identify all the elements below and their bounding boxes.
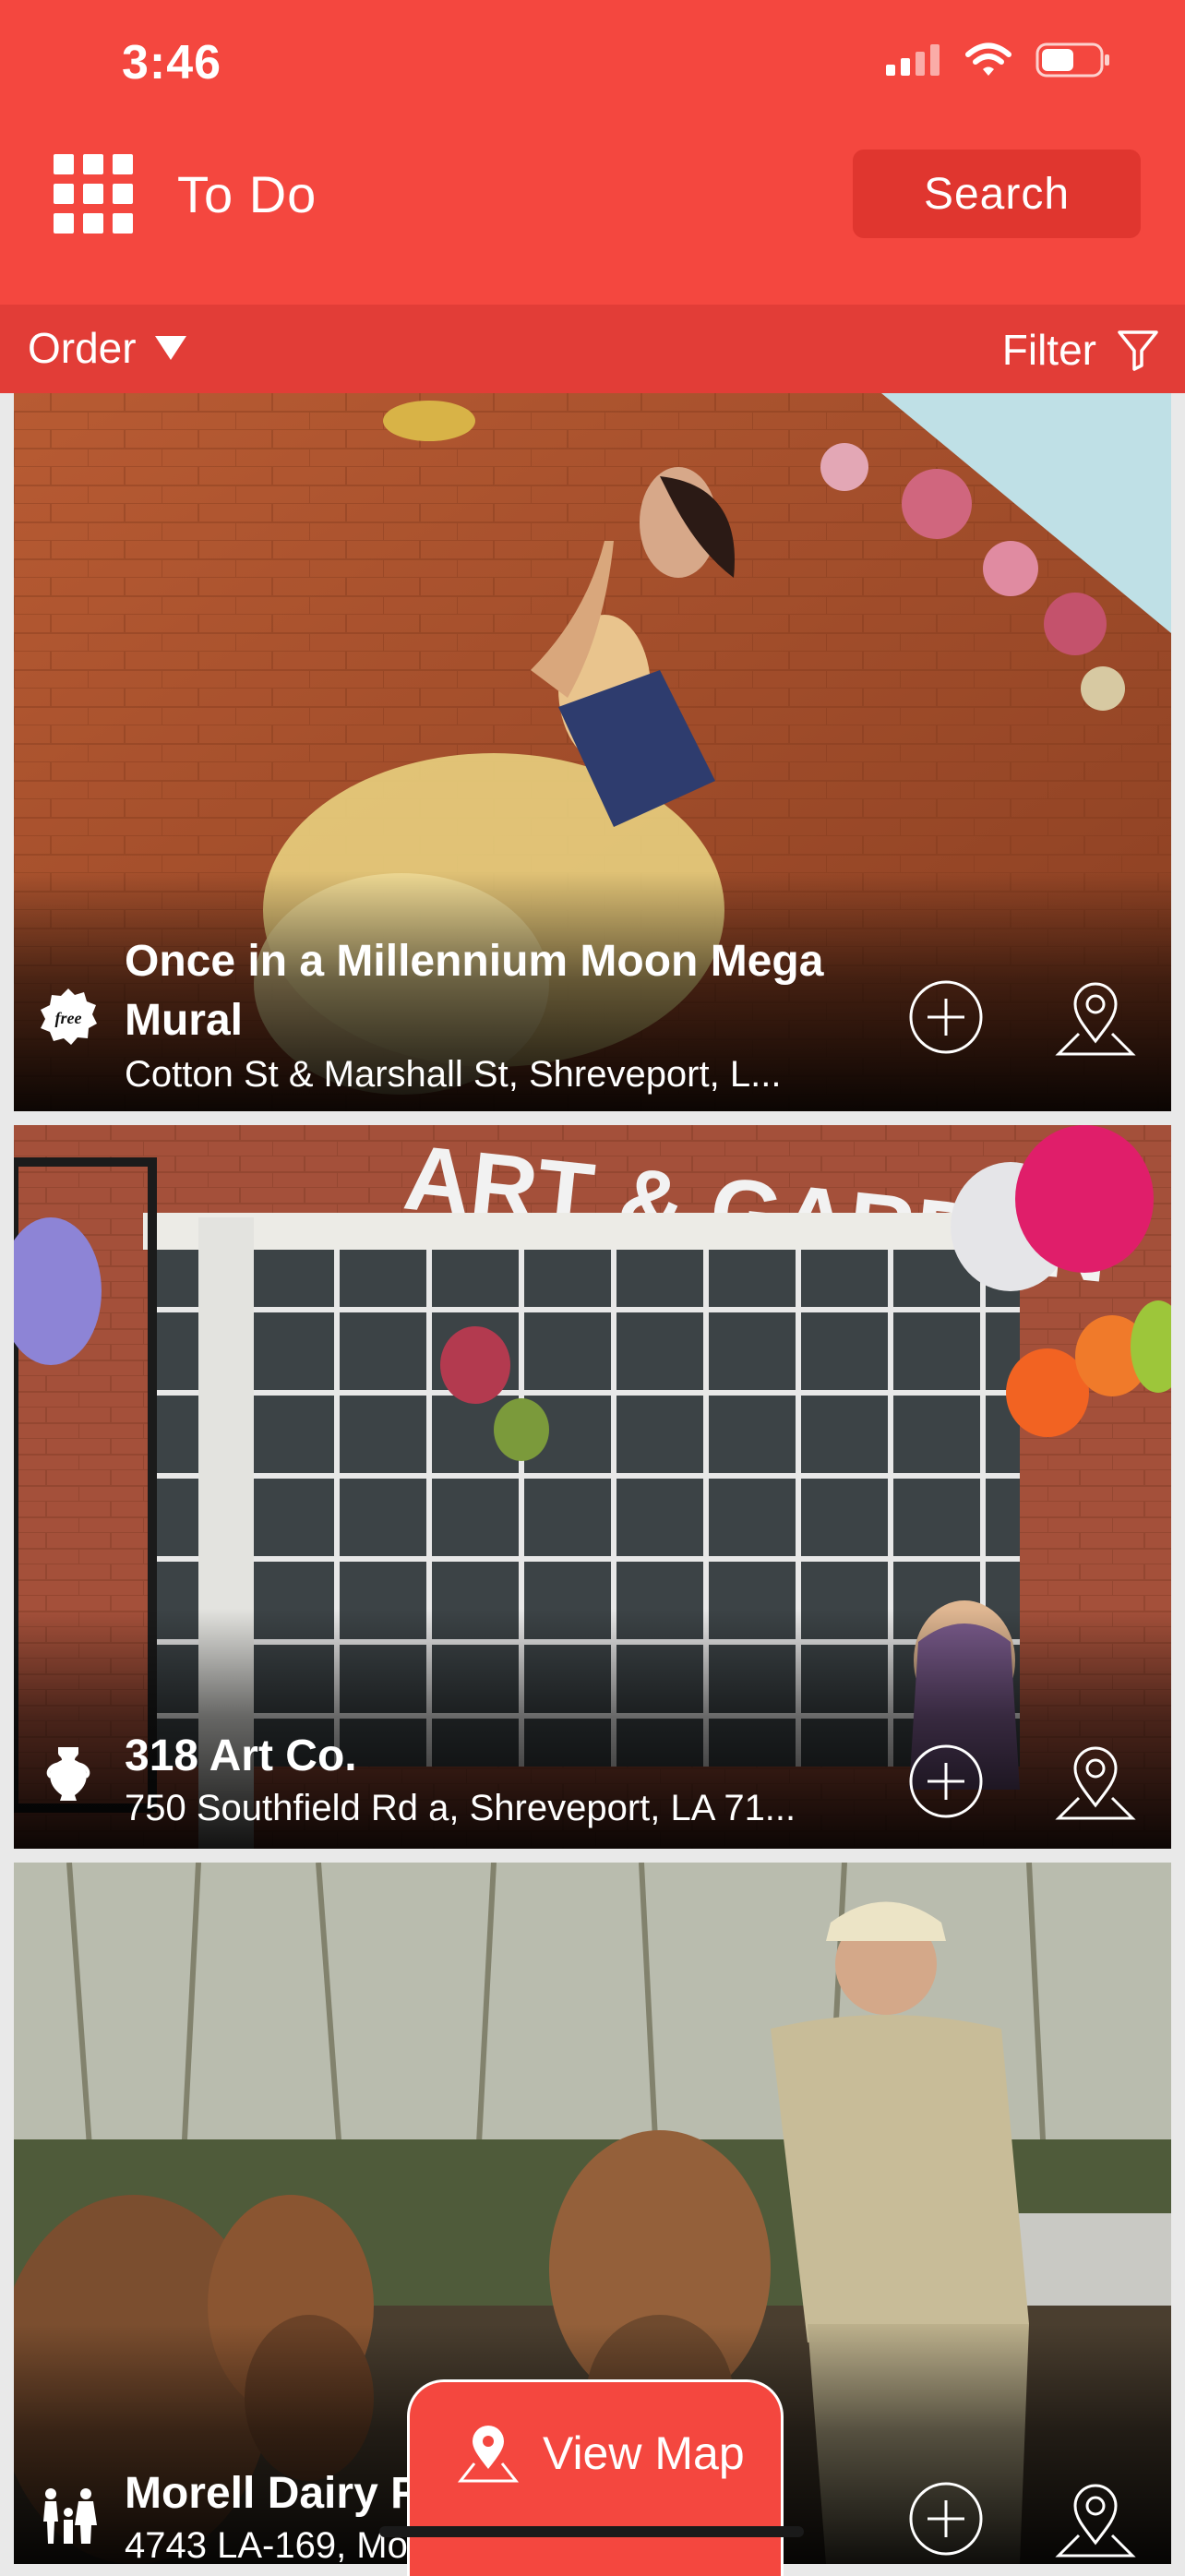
svg-text:free: free (55, 1009, 82, 1027)
filter-button[interactable]: Filter (1002, 325, 1159, 375)
wifi-icon (965, 42, 1011, 76)
vase-icon (46, 1747, 90, 1801)
order-label: Order (28, 324, 137, 372)
search-button[interactable]: Search (853, 150, 1141, 238)
status-bar: 3:46 (0, 0, 1185, 129)
grid-icon[interactable] (54, 154, 133, 234)
listing-title: 318 Art Co. (125, 1731, 357, 1780)
add-icon[interactable] (907, 978, 985, 1056)
map-pin-icon[interactable] (1055, 976, 1136, 1058)
page-title: To Do (177, 165, 317, 223)
caret-down-icon (154, 336, 186, 360)
free-badge-icon: free (41, 988, 97, 1045)
listing-card[interactable]: free Once in a Millennium Moon Mega Mura… (14, 393, 1171, 1111)
filter-label: Filter (1001, 326, 1096, 374)
view-map-button[interactable]: View Map (407, 2379, 784, 2576)
filter-icon (1118, 330, 1158, 371)
toolbar: Order Filter (0, 305, 1185, 393)
order-dropdown[interactable]: Order (28, 323, 186, 373)
add-icon[interactable] (907, 1743, 985, 1820)
battery-icon (1035, 42, 1109, 78)
status-icons (886, 42, 1111, 78)
family-icon (43, 2488, 97, 2544)
app-header: To Do Search (0, 129, 1185, 305)
listing-card[interactable]: ART & GARDEN 318 Art Co. 750 Southfield … (14, 1125, 1171, 1849)
home-indicator[interactable] (379, 2526, 804, 2537)
signal-icon (886, 44, 940, 76)
listing-address: Cotton St & Marshall St, Shreveport, L..… (125, 1054, 782, 1095)
view-map-content: View Map (458, 2423, 745, 2484)
listing-title: Once in a Millennium Moon Mega Mural (125, 937, 824, 1045)
add-icon[interactable] (907, 2480, 985, 2558)
view-map-label: View Map (543, 2427, 745, 2479)
status-time: 3:46 (122, 36, 222, 90)
map-pin-icon (458, 2426, 519, 2483)
map-pin-icon[interactable] (1055, 2478, 1136, 2559)
listing-address: 750 Southfield Rd a, Shreveport, LA 71..… (125, 1788, 796, 1828)
map-pin-icon[interactable] (1055, 1741, 1136, 1822)
